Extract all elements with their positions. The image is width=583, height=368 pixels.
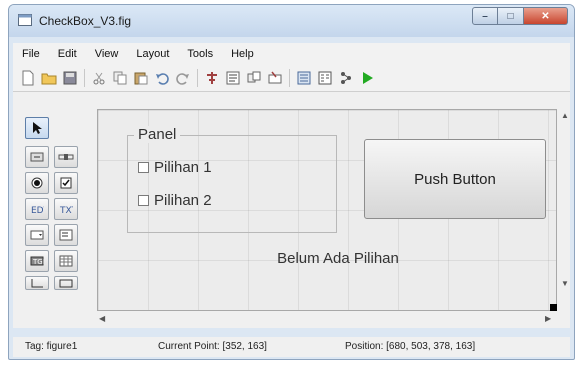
minimize-button[interactable]: – [472,7,498,25]
scroll-up-icon[interactable]: ▲ [561,111,569,120]
checkbox-label: Pilihan 1 [154,159,212,176]
layout-editor-area: EDT TXT TGL Panel Pilihan 1 Pilihan 2 [13,92,570,328]
maximize-icon: □ [507,10,514,22]
checkbox-box[interactable] [138,162,149,173]
checkbox-pilihan-2[interactable]: Pilihan 2 [138,192,212,209]
window-controls: – □ ✕ [472,7,568,26]
tab-order-icon[interactable] [245,69,263,87]
toolbar-separator [197,69,198,87]
edittext-icon[interactable]: EDT [25,198,49,220]
toolbar-editor-icon[interactable] [266,69,284,87]
status-bar: Tag: figure1 Current Point: [352, 163] P… [13,337,570,357]
window-title: CheckBox_V3.fig [39,14,132,28]
guide-window: CheckBox_V3.fig – □ ✕ File Edit View Lay… [8,4,575,360]
toolbar [13,65,570,92]
menu-bar: File Edit View Layout Tools Help [13,43,570,65]
close-button[interactable]: ✕ [524,7,568,25]
cut-icon[interactable] [90,69,108,87]
scroll-right-icon[interactable]: ▶ [545,314,551,323]
axes-icon[interactable] [25,276,49,290]
checkbox-box[interactable] [138,195,149,206]
figure-app-icon [18,14,32,26]
menu-file[interactable]: File [13,48,49,60]
save-icon[interactable] [61,69,79,87]
togglebutton-icon[interactable]: TGL [25,250,49,272]
menu-editor-icon[interactable] [224,69,242,87]
maximize-button[interactable]: □ [498,7,524,25]
panel[interactable]: Panel Pilihan 1 Pilihan 2 [127,126,337,233]
undo-icon[interactable] [153,69,171,87]
statictext-icon[interactable]: TXT [54,198,78,220]
new-icon[interactable] [19,69,37,87]
radiobutton-icon[interactable] [25,172,49,194]
popupmenu-icon[interactable] [25,224,49,246]
run-icon[interactable] [358,69,376,87]
property-inspector-icon[interactable] [316,69,334,87]
panel-title: Panel [134,126,181,143]
scroll-left-icon[interactable]: ◀ [99,314,105,323]
svg-text:EDT: EDT [31,206,44,215]
menu-view[interactable]: View [86,48,128,60]
checkbox-label: Pilihan 2 [154,192,212,209]
status-static-text: Belum Ada Pilihan [277,250,399,267]
menu-help[interactable]: Help [222,48,263,60]
title-bar[interactable]: CheckBox_V3.fig – □ ✕ [9,5,574,37]
checkbox-icon[interactable] [54,172,78,194]
menu-layout[interactable]: Layout [127,48,178,60]
scroll-down-icon[interactable]: ▼ [561,279,569,288]
slider-icon[interactable] [54,146,78,168]
align-icon[interactable] [203,69,221,87]
status-tag: Tag: figure1 [25,341,78,352]
status-current-point: Current Point: [352, 163] [158,341,267,352]
select-icon[interactable] [25,117,49,139]
listbox-icon[interactable] [54,224,78,246]
panel-icon[interactable] [54,276,78,290]
svg-text:TGL: TGL [32,258,44,266]
svg-text:TXT: TXT [59,206,73,215]
mfile-editor-icon[interactable] [295,69,313,87]
horizontal-scrollbar[interactable]: ◀ ▶ [97,313,557,325]
copy-icon[interactable] [111,69,129,87]
table-icon[interactable] [54,250,78,272]
toolbar-separator [289,69,290,87]
redo-icon[interactable] [174,69,192,87]
checkbox-pilihan-1[interactable]: Pilihan 1 [138,159,212,176]
paste-icon[interactable] [132,69,150,87]
menu-edit[interactable]: Edit [49,48,86,60]
minimize-icon: – [482,10,488,22]
layout-canvas[interactable]: Panel Pilihan 1 Pilihan 2 Push Button Be… [97,109,557,311]
object-browser-icon[interactable] [337,69,355,87]
close-icon: ✕ [541,10,550,22]
push-button[interactable]: Push Button [364,139,546,219]
vertical-scrollbar[interactable]: ▲ ▼ [559,109,571,311]
toolbar-separator [84,69,85,87]
canvas-resize-handle[interactable] [550,304,557,311]
menu-tools[interactable]: Tools [178,48,222,60]
open-icon[interactable] [40,69,58,87]
status-position: Position: [680, 503, 378, 163] [345,341,476,352]
pushbutton-icon[interactable] [25,146,49,168]
